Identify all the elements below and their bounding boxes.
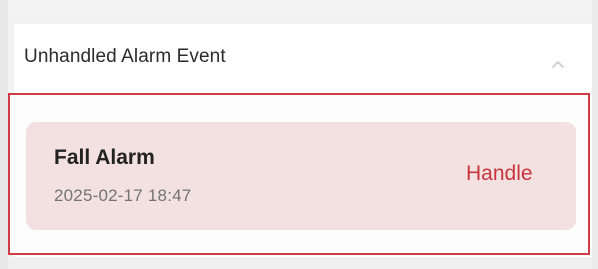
section-title: Unhandled Alarm Event	[24, 46, 226, 67]
chevron-up-icon[interactable]	[552, 60, 564, 68]
bottom-strip	[8, 257, 592, 269]
right-edge	[592, 0, 598, 269]
top-background-strip	[0, 0, 598, 16]
alarm-timestamp: 2025-02-17 18:47	[54, 186, 192, 205]
handle-button[interactable]: Handle	[466, 162, 533, 186]
alarm-title: Fall Alarm	[54, 146, 155, 169]
left-edge	[0, 0, 8, 269]
